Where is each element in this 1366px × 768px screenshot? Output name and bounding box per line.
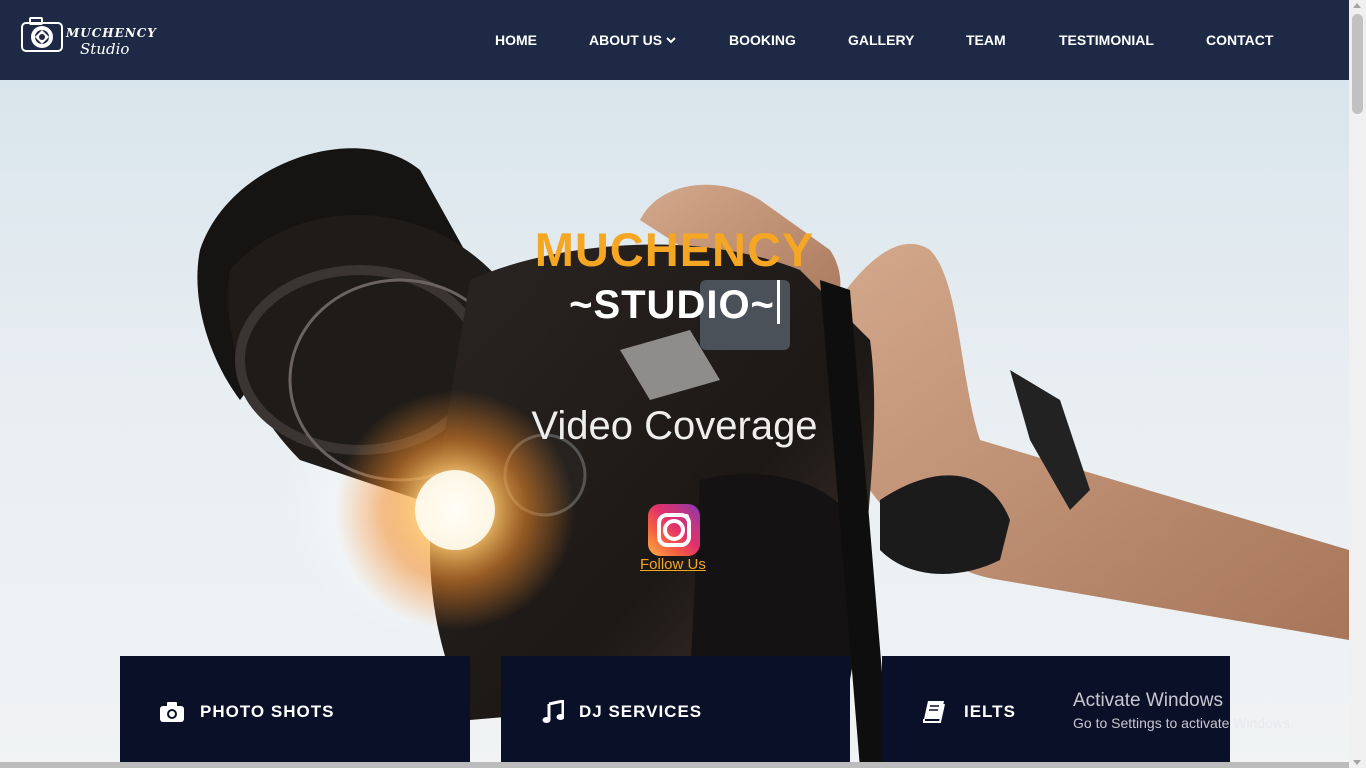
nav-gallery[interactable]: GALLERY xyxy=(848,32,914,48)
service-card-dj-services[interactable]: DJ SERVICES xyxy=(501,656,850,768)
instagram-spot xyxy=(684,514,689,519)
camera-icon xyxy=(158,698,186,726)
instagram-icon[interactable] xyxy=(648,504,700,556)
book-icon xyxy=(920,698,948,726)
vertical-scrollbar[interactable] xyxy=(1349,0,1366,768)
hero-title: MUCHENCY xyxy=(534,223,815,276)
hero-subtitle-text: ~STUDIO~ xyxy=(569,283,775,327)
music-icon xyxy=(539,698,567,726)
nav-booking[interactable]: BOOKING xyxy=(729,32,796,48)
logo-wordmark: MUCHENCY xyxy=(66,26,157,40)
hero-service-text: Video Coverage xyxy=(531,404,818,448)
service-card-label: IELTS xyxy=(964,702,1016,721)
nav-team[interactable]: TEAM xyxy=(966,32,1006,48)
navbar: MUCHENCY Studio HOME ABOUT US BOOKING GA… xyxy=(0,0,1349,80)
follow-us-link[interactable]: Follow Us xyxy=(640,556,706,573)
nav-about-us[interactable]: ABOUT US xyxy=(589,32,676,48)
nav-testimonial[interactable]: TESTIMONIAL xyxy=(1059,32,1154,48)
instagram-lens xyxy=(663,519,685,541)
logo-subtitle: Studio xyxy=(80,40,130,58)
typing-cursor xyxy=(776,280,780,324)
scroll-up-arrow-icon[interactable] xyxy=(1353,3,1361,8)
activate-windows-subtitle: Go to Settings to activate Windows. xyxy=(1073,715,1294,731)
scroll-thumb[interactable] xyxy=(1352,14,1363,114)
nav-home[interactable]: HOME xyxy=(495,32,537,48)
service-card-label: DJ SERVICES xyxy=(579,702,703,721)
activate-windows-title: Activate Windows xyxy=(1073,690,1223,711)
service-card-photo-shots[interactable]: PHOTO SHOTS xyxy=(120,656,470,768)
nav-about-us-label: ABOUT US xyxy=(589,32,663,48)
service-card-ielts[interactable]: IELTS xyxy=(882,656,1230,768)
horizontal-scrollbar[interactable] xyxy=(0,762,1349,768)
hero-section: MUCHENCY ~STUDIO~ Video Coverage Follow … xyxy=(0,80,1349,768)
hero-subtitle: ~STUDIO~ xyxy=(0,280,1349,328)
chevron-down-icon xyxy=(666,37,676,44)
service-card-label: PHOTO SHOTS xyxy=(200,702,335,721)
brand-logo[interactable]: MUCHENCY Studio xyxy=(20,12,156,64)
scroll-down-arrow-icon[interactable] xyxy=(1353,760,1361,765)
nav-contact[interactable]: CONTACT xyxy=(1206,32,1273,48)
